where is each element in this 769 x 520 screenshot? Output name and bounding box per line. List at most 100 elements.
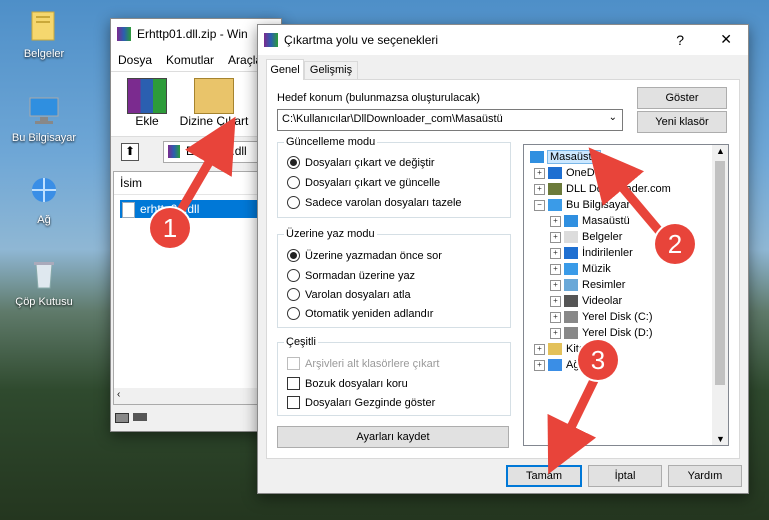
tree-item[interactable]: + İndirilenler (550, 245, 633, 261)
tab-panel: Hedef konum (bulunmazsa oluşturulacak) C… (266, 79, 740, 459)
tree-item[interactable]: + DLL Downloader.com (534, 181, 671, 197)
extract-to-button[interactable]: Dizine Çıkart (177, 78, 251, 128)
expand-icon[interactable]: + (550, 311, 561, 323)
help-icon[interactable]: ? (676, 32, 684, 48)
dest-label: Hedef konum (bulunmazsa oluşturulacak) (277, 92, 480, 104)
expand-icon[interactable]: + (550, 327, 561, 339)
file-list[interactable]: İsim erhttp01.dll ‹ (113, 171, 281, 405)
scroll-thumb[interactable] (715, 161, 725, 385)
tree-item[interactable]: − Bu Bilgisayar (534, 197, 630, 213)
tab-gelismis[interactable]: Gelişmiş (304, 61, 358, 79)
collapse-icon[interactable]: − (534, 199, 545, 211)
update-option-replace[interactable]: Dosyaları çıkart ve değiştir (287, 156, 435, 169)
misc-option-subfolders: Arşivleri alt klasörlere çıkart (287, 357, 439, 370)
user-icon (548, 183, 562, 195)
overwrite-option-skip[interactable]: Varolan dosyaları atla (287, 288, 411, 301)
tree-item-label: DLL Downloader.com (566, 183, 671, 195)
radio-button[interactable] (287, 249, 300, 262)
expand-icon[interactable]: + (534, 183, 545, 195)
desktop-icon-cop-kutusu[interactable]: Çöp Kutusu (4, 256, 84, 308)
tree-item[interactable]: + Yerel Disk (C:) (550, 309, 653, 325)
tree-item[interactable]: + Masaüstü (550, 213, 630, 229)
chevron-down-icon[interactable]: ⌄ (609, 112, 617, 123)
vertical-scrollbar[interactable]: ▲ ▼ (712, 145, 728, 445)
tree-item[interactable]: + OneDrive (534, 165, 612, 181)
radio-button[interactable] (287, 288, 300, 301)
desktop-icon-belgeler[interactable]: Belgeler (4, 8, 84, 60)
tree-item[interactable]: + Yerel Disk (D:) (550, 325, 653, 341)
expand-icon[interactable]: + (534, 359, 545, 371)
overwrite-option-overwrite[interactable]: Sormadan üzerine yaz (287, 269, 415, 282)
scroll-up-icon[interactable]: ▲ (716, 146, 725, 156)
menu-komutlar[interactable]: Komutlar (159, 53, 221, 67)
radio-button[interactable] (287, 307, 300, 320)
overwrite-option-ask[interactable]: Üzerine yazmadan önce sor (287, 249, 442, 262)
update-mode-title: Güncelleme modu (286, 136, 376, 148)
tree-item[interactable]: + Belgeler (550, 229, 622, 245)
overwrite-mode-title: Üzerine yaz modu (286, 228, 375, 240)
new-folder-button[interactable]: Yeni klasör (637, 111, 727, 133)
expand-icon[interactable]: + (550, 295, 561, 307)
radio-button[interactable] (287, 196, 300, 209)
computer-icon (26, 92, 62, 128)
add-button[interactable]: Ekle (121, 78, 173, 128)
update-option-freshen[interactable]: Sadece varolan dosyaları tazele (287, 196, 462, 209)
winrar-titlebar[interactable]: Erhttp01.dll.zip - Win (111, 19, 281, 49)
dialog-title: Çıkartma yolu ve seçenekleri (284, 33, 439, 47)
drive-status-icon (115, 413, 129, 423)
column-header-name[interactable]: İsim (114, 172, 280, 195)
expand-icon[interactable]: + (534, 167, 545, 179)
overwrite-option-rename[interactable]: Otomatik yeniden adlandır (287, 307, 433, 320)
menu-dosya[interactable]: Dosya (111, 53, 159, 67)
dialog-titlebar[interactable]: Çıkartma yolu ve seçenekleri ? ✕ (258, 25, 748, 55)
ok-button[interactable]: Tamam (506, 465, 582, 487)
scroll-down-icon[interactable]: ▼ (716, 434, 725, 444)
up-folder-icon[interactable]: ⬆ (121, 143, 139, 161)
save-settings-button[interactable]: Ayarları kaydet (277, 426, 509, 448)
desktop-icon-label: Belgeler (23, 48, 65, 60)
dest-path-combobox[interactable]: C:\Kullanıcılar\DllDownloader_com\Masaüs… (277, 109, 623, 131)
dll-file-icon (122, 202, 135, 218)
desktop-icon-label: Bu Bilgisayar (11, 132, 77, 144)
desktop-icon (530, 151, 544, 163)
folder-tree[interactable]: Masaüstü + OneDrive + DLL Downloader.com − Bu … (523, 144, 729, 446)
cancel-button[interactable]: İptal (588, 465, 662, 487)
expand-icon[interactable]: + (550, 231, 561, 243)
tab-genel[interactable]: Genel (266, 59, 304, 80)
path-archive-icon (168, 145, 180, 158)
scroll-left-icon[interactable]: ‹ (117, 389, 120, 400)
tree-item[interactable]: Masaüstü (530, 149, 601, 165)
checkbox[interactable] (287, 396, 300, 409)
tree-item[interactable]: + Ağ (534, 357, 579, 373)
file-row[interactable]: erhttp01.dll (120, 200, 270, 218)
misc-option-keep-broken[interactable]: Bozuk dosyaları koru (287, 377, 408, 390)
expand-icon[interactable]: + (534, 343, 545, 355)
folder-icon (26, 8, 62, 44)
show-button[interactable]: Göster (637, 87, 727, 109)
checkbox (287, 357, 300, 370)
checkbox[interactable] (287, 377, 300, 390)
misc-option-show-in-explorer[interactable]: Dosyaları Gezginde göster (287, 396, 435, 409)
disk-icon (564, 311, 578, 323)
desktop-icon-ag[interactable]: Ağ (4, 174, 84, 226)
horizontal-scrollbar[interactable]: ‹ (114, 388, 280, 404)
videos-icon (564, 295, 578, 307)
tree-item[interactable]: + Resimler (550, 277, 625, 293)
desktop-icon-bu-bilgisayar[interactable]: Bu Bilgisayar (4, 92, 84, 144)
expand-icon[interactable]: + (550, 263, 561, 275)
help-button[interactable]: Yardım (668, 465, 742, 487)
expand-icon[interactable]: + (550, 279, 561, 291)
computer-icon (548, 199, 562, 211)
expand-icon[interactable]: + (550, 247, 561, 259)
radio-button[interactable] (287, 156, 300, 169)
radio-button[interactable] (287, 176, 300, 189)
misc-title: Çeşitli (286, 336, 316, 348)
tree-item-label: Belgeler (582, 231, 623, 243)
tree-item[interactable]: + Müzik (550, 261, 611, 277)
tree-item[interactable]: + Videolar (550, 293, 622, 309)
close-icon[interactable]: ✕ (720, 31, 732, 48)
update-option-update[interactable]: Dosyaları çıkart ve güncelle (287, 176, 440, 189)
radio-button[interactable] (287, 269, 300, 282)
disk-icon (564, 327, 578, 339)
expand-icon[interactable]: + (550, 215, 561, 227)
